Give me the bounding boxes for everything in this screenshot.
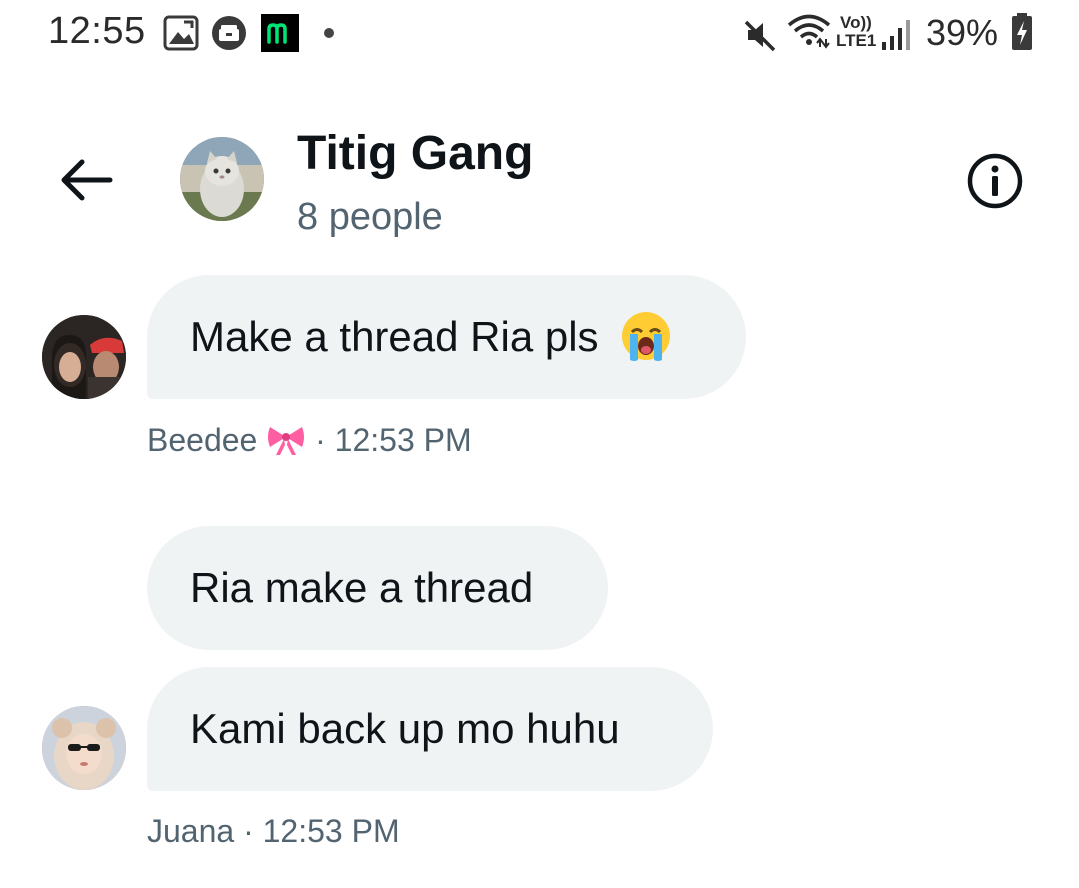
ribbon-icon	[268, 426, 305, 455]
status-bar: 12:55 Vo)) LTE1 39%	[0, 0, 1079, 72]
message-time: 12:53 PM	[262, 813, 400, 849]
sender-name[interactable]: Beedee	[147, 422, 257, 458]
info-icon[interactable]	[966, 152, 1024, 210]
message-time: 12:53 PM	[334, 422, 472, 458]
group-avatar[interactable]	[180, 137, 264, 221]
message-text: Ria make a thread	[190, 564, 534, 611]
status-time: 12:55	[48, 10, 146, 52]
battery-percentage: 39%	[926, 12, 999, 53]
message-meta: Juana · 12:53 PM	[147, 813, 400, 850]
signal-icon	[882, 20, 910, 50]
m-app-icon	[261, 14, 299, 52]
loudly-crying-face-icon	[622, 311, 671, 361]
back-arrow-icon[interactable]	[56, 154, 116, 206]
message-bubble[interactable]: Ria make a thread	[147, 526, 608, 650]
meta-separator: ·	[243, 813, 254, 849]
gallery-icon	[163, 15, 199, 51]
battery-charging-icon	[1012, 13, 1032, 50]
message-meta: Beedee · 12:53 PM	[147, 422, 472, 459]
message-bubble[interactable]: Kami back up mo huhu	[147, 667, 713, 791]
sender-avatar-juana[interactable]	[42, 706, 126, 790]
conversation-title: Titig Gang	[297, 127, 534, 180]
mute-icon	[744, 20, 776, 52]
avatar-photo-icon	[42, 706, 126, 790]
wifi-icon	[787, 14, 831, 49]
conversation-member-count[interactable]: 8 people	[297, 196, 443, 239]
message-text: Make a thread Ria pls	[190, 313, 599, 360]
conversation-header: Titig Gang 8 people	[0, 110, 1079, 250]
sender-name[interactable]: Juana	[147, 813, 234, 849]
lte-label: LTE1	[836, 31, 877, 50]
notification-dot	[324, 28, 334, 38]
storage-icon	[212, 16, 246, 50]
cat-photo-icon	[180, 137, 264, 221]
sender-avatar-beedee[interactable]	[42, 315, 126, 399]
volte-label: Vo))	[840, 13, 872, 32]
message-bubble[interactable]: Make a thread Ria pls	[147, 275, 746, 399]
message-text: Kami back up mo huhu	[190, 705, 620, 752]
meta-separator: ·	[315, 422, 326, 458]
avatar-photo-icon	[42, 315, 126, 399]
